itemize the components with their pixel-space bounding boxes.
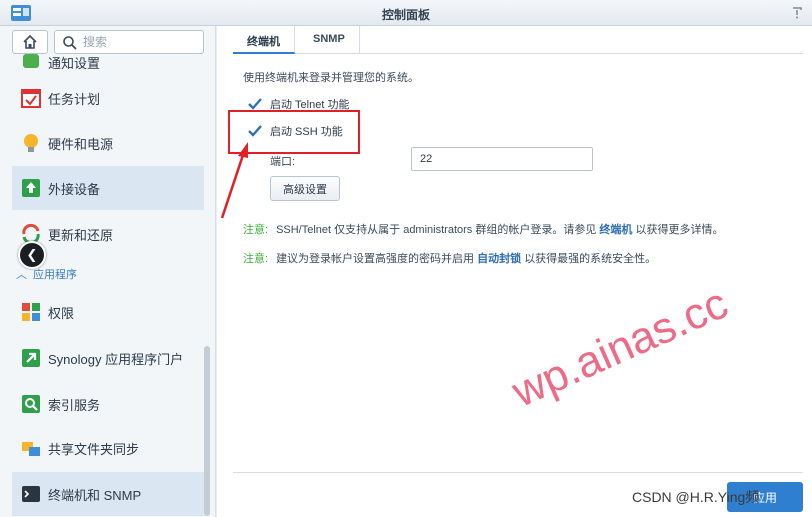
terminal-description: 使用终端机来登录并管理您的系统。	[243, 72, 419, 84]
footer-divider	[233, 472, 803, 473]
sidebar-item-label: 硬件和电源	[48, 136, 114, 152]
notification-icon	[23, 54, 39, 68]
title-bar: 控制面板	[0, 0, 812, 26]
terminal-icon	[22, 486, 40, 502]
external-device-icon	[22, 179, 40, 197]
sidebar-item-label: 更新和还原	[48, 227, 114, 243]
tab-terminal[interactable]: 终端机	[233, 26, 295, 54]
sidebar-item-label: 任务计划	[48, 91, 101, 107]
folder-sync-icon	[22, 442, 40, 456]
sidebar-scrollbar[interactable]	[204, 346, 210, 516]
sidebar-item-hardware-power[interactable]: 硬件和电源	[12, 121, 204, 165]
indexing-icon	[22, 395, 40, 413]
sidebar-item-label: Synology 应用程序门户	[48, 351, 184, 367]
annotation-arrow	[220, 142, 248, 219]
app-portal-icon	[22, 349, 40, 367]
chevron-up-icon: ︿	[16, 269, 27, 281]
tab-snmp[interactable]: SNMP	[299, 26, 360, 54]
sidebar-item-privileges[interactable]: 权限	[12, 290, 204, 334]
sidebar-item-shared-folder-sync[interactable]: 共享文件夹同步	[12, 426, 204, 470]
sidebar-item-app-portal[interactable]: Synology 应用程序门户	[12, 336, 204, 380]
advanced-settings-button[interactable]: 高级设置	[270, 176, 340, 201]
auto-block-link[interactable]: 自动封锁	[477, 253, 521, 265]
help-icon[interactable]	[790, 4, 804, 20]
note-label: 注意:	[243, 224, 269, 236]
port-input[interactable]	[411, 147, 593, 171]
note-text: 建议为登录帐户设置高强度的密码并启用	[276, 253, 475, 265]
main-panel: 终端机 SNMP 使用终端机来登录并管理您的系统。 启动 Telnet 功能 启…	[217, 26, 812, 517]
terminal-help-link[interactable]: 终端机	[599, 224, 632, 236]
sidebar-item-terminal-snmp[interactable]: 终端机和 SNMP	[12, 472, 204, 516]
chevron-left-icon: ❮	[26, 247, 38, 262]
privileges-icon	[22, 303, 40, 321]
note-label: 注意:	[243, 253, 269, 265]
sidebar-item-label: 外接设备	[48, 181, 101, 197]
collapse-sidebar-button[interactable]: ❮	[18, 241, 46, 269]
lightbulb-icon	[24, 134, 38, 152]
sidebar: 通知设置 任务计划 硬件和电源 外接设备 更新和还原 ︿ 应用程序 权限 Syn…	[0, 26, 216, 517]
note-text: 以获得最强的系统安全性。	[524, 253, 657, 265]
sidebar-item-task-scheduler[interactable]: 任务计划	[12, 76, 204, 120]
note-ssh-telnet: 注意: SSH/Telnet 仅支持从属于 administrators 群组的帐…	[243, 221, 723, 237]
csdn-credit: CSDN @H.R.Ying频	[632, 489, 760, 505]
note-text: SSH/Telnet 仅支持从属于 administrators 群组的帐户登录…	[276, 224, 597, 236]
tab-bar: 终端机 SNMP	[233, 26, 803, 54]
sidebar-item-label: 权限	[48, 305, 75, 321]
sidebar-item-label: 通知设置	[48, 55, 101, 71]
section-label: 应用程序	[33, 269, 77, 281]
sidebar-item-indexing-service[interactable]: 索引服务	[12, 382, 204, 426]
section-header-applications[interactable]: ︿ 应用程序	[16, 266, 77, 282]
sidebar-item-label: 共享文件夹同步	[48, 441, 140, 457]
sidebar-item-external-devices[interactable]: 外接设备	[12, 166, 204, 210]
sidebar-item-label: 终端机和 SNMP	[48, 487, 142, 503]
note-text: 以获得更多详情。	[635, 224, 724, 236]
window-title: 控制面板	[381, 8, 430, 22]
sidebar-item-label: 索引服务	[48, 397, 101, 413]
port-label: 端口:	[270, 156, 296, 168]
calendar-check-icon	[21, 89, 41, 108]
note-password: 注意: 建议为登录帐户设置高强度的密码并启用 自动封锁 以获得最强的系统安全性。	[243, 250, 656, 266]
